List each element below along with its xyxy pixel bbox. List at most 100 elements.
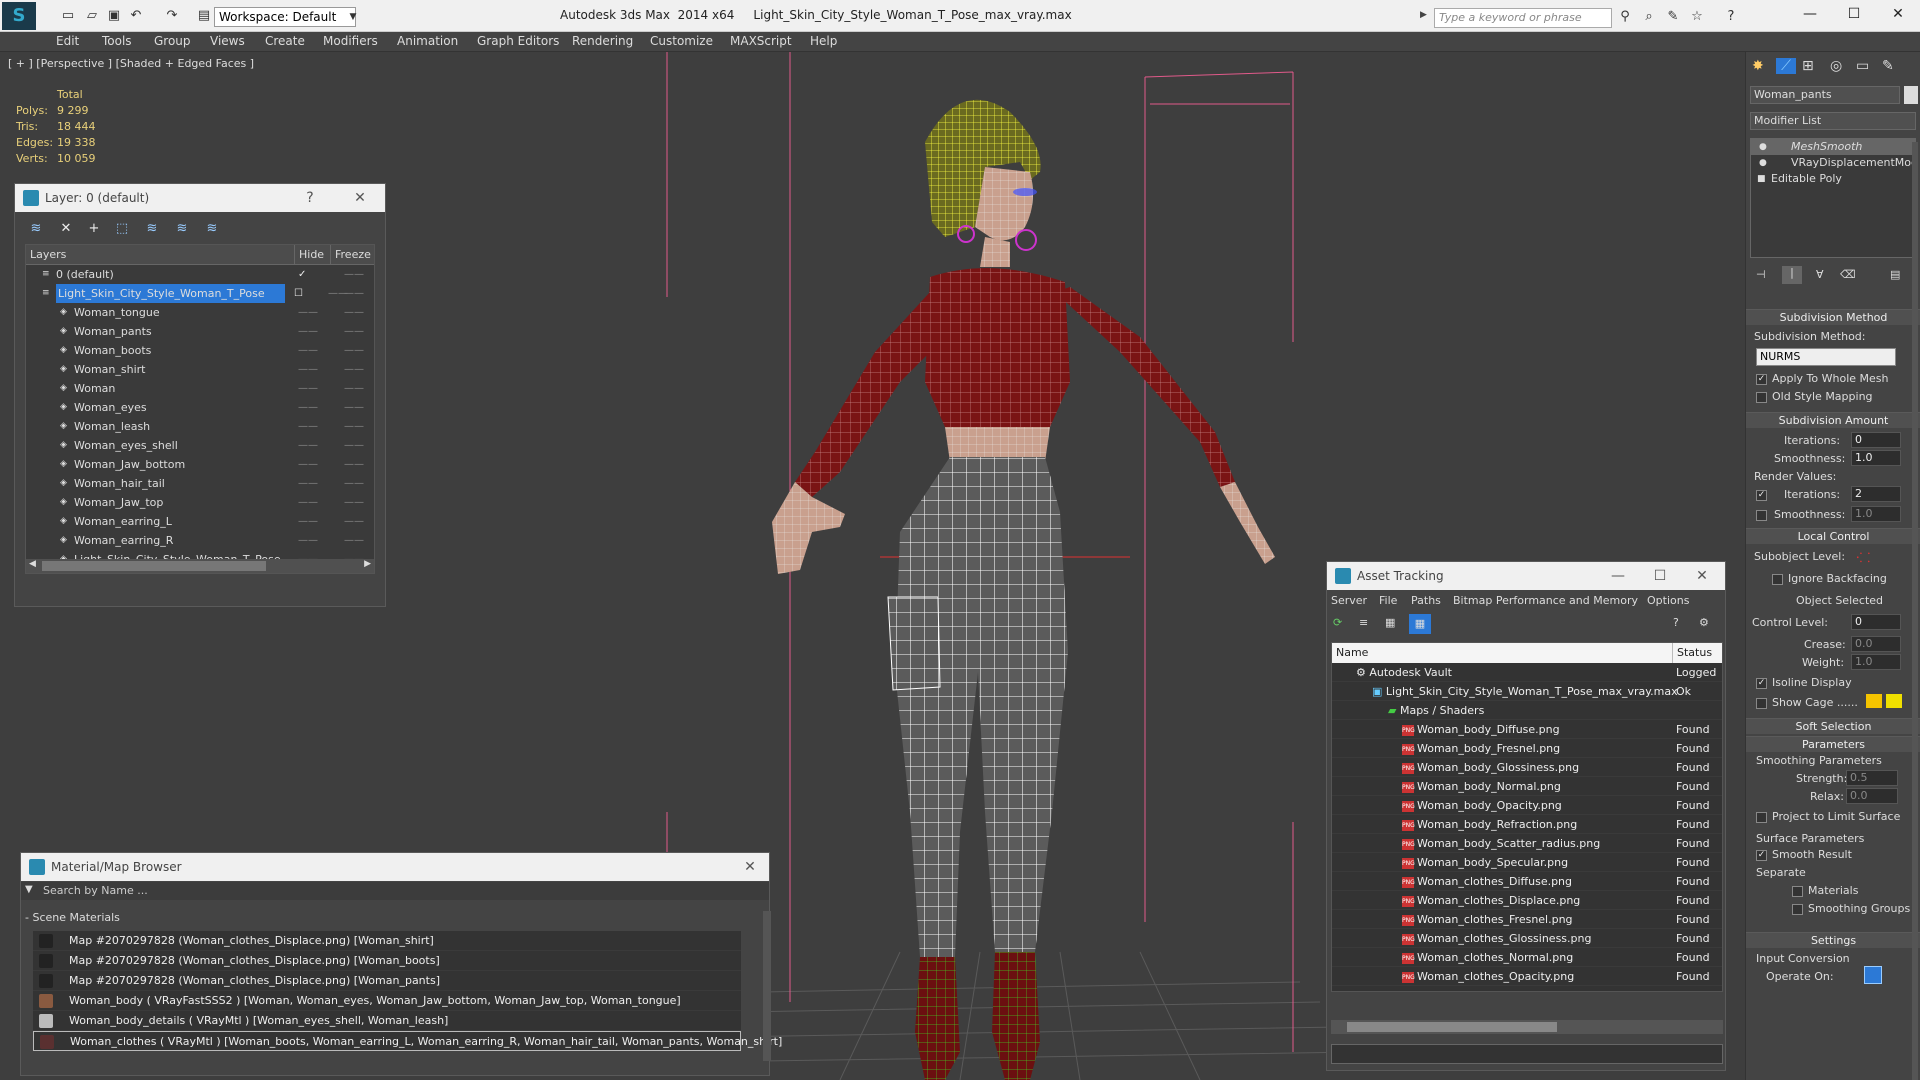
rollout-local-control[interactable]: Local Control (1746, 528, 1920, 544)
layer-row[interactable]: ◈Woman_hair_tail—————— (26, 474, 374, 493)
modifier-list-dropdown[interactable]: Modifier List (1750, 112, 1916, 130)
freeze-toggle[interactable]: —— (344, 284, 364, 303)
asset-path-field[interactable] (1331, 1044, 1723, 1064)
asset-row[interactable]: PNG Woman_clothes_Normal.png Found (1332, 948, 1722, 967)
close-icon[interactable]: ✕ (1687, 562, 1717, 590)
binoculars-icon[interactable]: ⚲ (1616, 8, 1634, 26)
iterations-spinner[interactable]: 0 (1851, 432, 1901, 448)
material-search-input[interactable]: Search by Name ... (43, 884, 148, 897)
hide-toggle[interactable]: —— (298, 455, 318, 474)
layer-hscrollbar[interactable]: ◀ ▶ (26, 559, 374, 573)
new-layer-icon[interactable]: ≋ (25, 218, 47, 240)
menu-modifiers[interactable]: Modifiers (323, 34, 378, 48)
layer-row[interactable]: ◈Woman_leash—————— (26, 417, 374, 436)
scroll-thumb[interactable] (42, 561, 266, 571)
close-icon[interactable]: ✕ (345, 184, 375, 212)
layer-window-titlebar[interactable]: Layer: 0 (default) ? ✕ (15, 184, 385, 212)
minimize-icon[interactable]: — (1603, 562, 1633, 590)
hide-toggle[interactable]: ☐ (294, 284, 303, 303)
minimize-icon[interactable]: — (1788, 0, 1832, 30)
save-icon[interactable]: ▣ (106, 8, 122, 24)
asset-row[interactable]: PNGWoman_clothes_Reflection.png Found (1332, 986, 1722, 991)
cage-color-swatch-2[interactable] (1886, 694, 1902, 708)
chevron-down-icon[interactable]: ▼ (346, 7, 360, 27)
freeze-toggle[interactable]: —— (344, 265, 364, 284)
hide-toggle[interactable]: —— (298, 360, 318, 379)
menu-customize[interactable]: Customize (650, 34, 713, 48)
smoothness-spinner[interactable]: 1.0 (1851, 450, 1901, 466)
configure-modifier-icon[interactable]: ▤ (1890, 268, 1900, 281)
play-icon[interactable]: ▶ (1420, 10, 1427, 20)
asset-row[interactable]: PNG Woman_body_Diffuse.png Found (1332, 720, 1722, 739)
menu-group[interactable]: Group (154, 34, 191, 48)
asset-row[interactable]: ▰ Maps / Shaders (1332, 701, 1722, 720)
stack-item-meshsmooth[interactable]: ● MeshSmooth (1751, 139, 1915, 155)
motion-tab-icon[interactable]: ◎ (1830, 58, 1842, 74)
asset-row[interactable]: PNG Woman_clothes_Glossiness.png Found (1332, 929, 1722, 948)
lightbulb-icon[interactable]: ● (1759, 155, 1767, 171)
menu-views[interactable]: Views (210, 34, 245, 48)
hide-all-layers-icon[interactable]: ≋ (171, 218, 193, 240)
old-style-mapping-checkbox[interactable] (1756, 392, 1767, 403)
chevron-right-icon[interactable]: ▶ (364, 559, 371, 569)
freeze-toggle[interactable]: —— (344, 379, 364, 398)
freeze-toggle[interactable]: —— (344, 512, 364, 531)
command-panel-scrollbar[interactable] (1912, 142, 1918, 1080)
workspace-dropdown[interactable]: Workspace: Default (214, 7, 356, 27)
asset-tracking-titlebar[interactable]: Asset Tracking — ☐ ✕ (1327, 562, 1725, 590)
table-view-icon[interactable]: ▦ (1409, 614, 1431, 634)
character-model[interactable] (772, 99, 1275, 1080)
asset-row[interactable]: ⚙ Autodesk Vault Logged (1332, 663, 1722, 682)
expand-icon[interactable]: ■ (1757, 171, 1766, 187)
layer-row[interactable]: ◈Woman_pants—————— (26, 322, 374, 341)
project-folder-icon[interactable]: ▤ (196, 8, 212, 24)
scene-materials-header[interactable]: - Scene Materials (25, 911, 120, 924)
layer-row[interactable]: ◈Woman_earring_R—————— (26, 531, 374, 550)
freeze-toggle[interactable]: —— (344, 303, 364, 322)
col-layers[interactable]: Layers (30, 245, 66, 265)
render-iterations-checkbox[interactable]: ✓ (1756, 490, 1767, 501)
asset-row[interactable]: PNG Woman_clothes_Fresnel.png Found (1332, 910, 1722, 929)
refresh-icon[interactable]: ⟳ (1333, 616, 1342, 629)
vertex-subobject-icon[interactable]: ⸱⸬ (1856, 548, 1870, 566)
close-icon[interactable]: ✕ (1876, 0, 1920, 30)
layer-row[interactable]: ◈Woman—————— (26, 379, 374, 398)
asset-menu-paths[interactable]: Paths (1411, 594, 1441, 607)
layer-row[interactable]: ◈Woman_earring_L—————— (26, 512, 374, 531)
asset-row[interactable]: PNG Woman_body_Refraction.png Found (1332, 815, 1722, 834)
object-name-field[interactable]: Woman_pants (1750, 86, 1900, 104)
freeze-all-layers-icon[interactable]: ≋ (201, 218, 223, 240)
create-tab-icon[interactable]: ✸ (1752, 58, 1764, 74)
material-row[interactable]: Woman_body ( VRayFastSSS2 ) [Woman, Woma… (33, 991, 741, 1011)
stack-item-vraydisplacement[interactable]: ● VRayDisplacementMod (1751, 155, 1918, 171)
help-icon[interactable]: ? (1722, 8, 1740, 26)
freeze-toggle[interactable]: —— (344, 341, 364, 360)
material-vscrollbar[interactable] (763, 911, 771, 1061)
highlight-layer-icon[interactable]: ≋ (141, 218, 163, 240)
search-icon[interactable]: ⌕ (1640, 8, 1658, 26)
chevron-down-icon[interactable]: ▼ (25, 884, 33, 895)
make-unique-icon[interactable]: ∀ (1816, 268, 1824, 281)
delete-layer-icon[interactable]: ✕ (55, 218, 77, 240)
show-cage-checkbox[interactable] (1756, 698, 1767, 709)
freeze-toggle[interactable]: —— (344, 531, 364, 550)
app-logo-icon[interactable]: S (2, 2, 36, 30)
menu-tools[interactable]: Tools (102, 34, 132, 48)
smoothing-groups-checkbox[interactable] (1792, 904, 1803, 915)
asset-row[interactable]: PNG Woman_clothes_Diffuse.png Found (1332, 872, 1722, 891)
asset-hscrollbar[interactable] (1331, 1020, 1723, 1034)
stack-item-editable-poly[interactable]: ■ Editable Poly (1751, 171, 1915, 187)
lightbulb-icon[interactable]: ● (1759, 139, 1767, 155)
communication-icon[interactable]: ✎ (1664, 8, 1682, 26)
relax-spinner[interactable]: 0.0 (1846, 788, 1898, 804)
crease-spinner[interactable]: 0.0 (1851, 636, 1901, 652)
freeze-toggle[interactable]: —— (344, 455, 364, 474)
asset-row[interactable]: PNG Woman_clothes_Opacity.png Found (1332, 967, 1722, 986)
col-freeze[interactable]: Freeze (330, 245, 371, 265)
asset-row[interactable]: PNG Woman_body_Glossiness.png Found (1332, 758, 1722, 777)
layer-row[interactable]: ◈Woman_Jaw_top—————— (26, 493, 374, 512)
project-limit-checkbox[interactable] (1756, 812, 1767, 823)
material-browser-titlebar[interactable]: Material/Map Browser ✕ (21, 853, 769, 881)
asset-row[interactable]: PNG Woman_body_Specular.png Found (1332, 853, 1722, 872)
strength-spinner[interactable]: 0.5 (1846, 770, 1898, 786)
